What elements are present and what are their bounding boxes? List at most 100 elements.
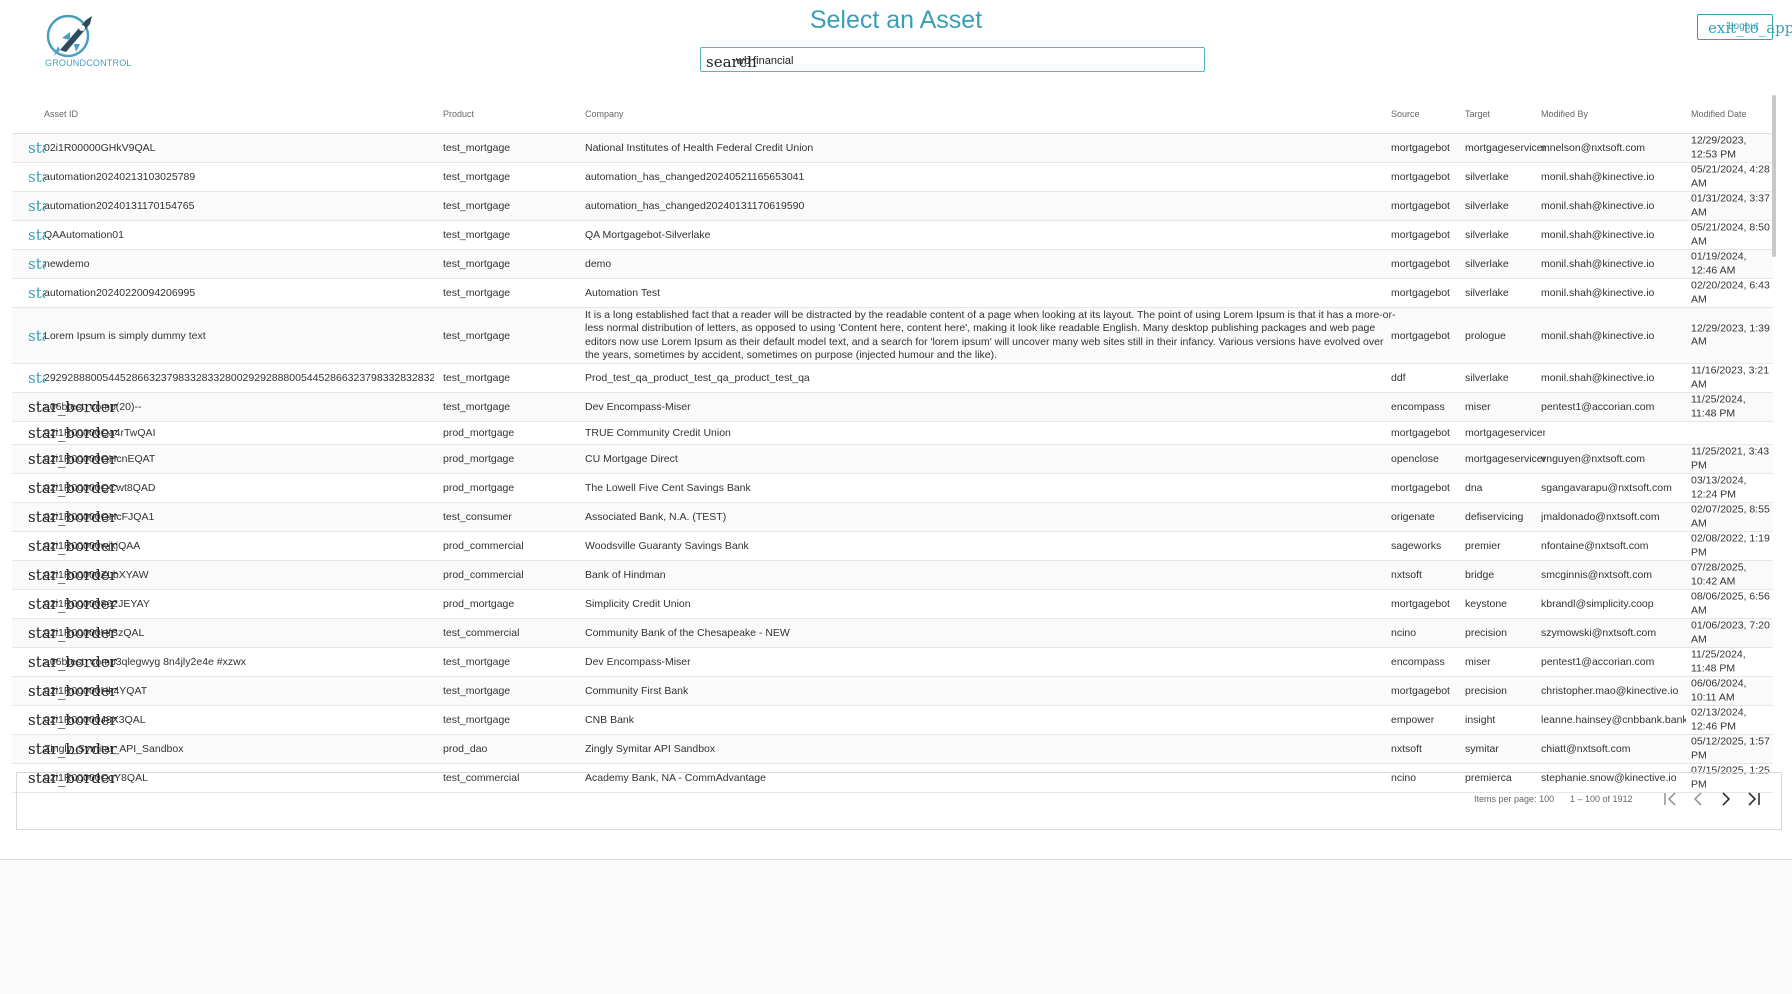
first-page-icon[interactable] — [1658, 787, 1682, 811]
target-cell: premier — [1465, 540, 1501, 552]
table-row[interactable]: starautomation20240131170154765 test_mort… — [12, 192, 1773, 221]
product-cell: prod_dao — [443, 743, 488, 755]
items-per-page-label: Items per page: — [1474, 794, 1537, 804]
table-row[interactable]: star_border 02i1R00000QCwt8QAD prod_mortga… — [12, 474, 1773, 503]
star-icon[interactable]: star — [28, 284, 45, 302]
table-row[interactable]: starQAAutomation01 test_mortgage QA Mortga… — [12, 221, 1773, 250]
modified-date-cell: 02/08/2022, 1:19 PM — [1691, 532, 1770, 559]
table-row[interactable]: star_border 02i1R00000GHcFJQA1 test_consum… — [12, 503, 1773, 532]
source-cell: nxtsoft — [1391, 743, 1422, 755]
asset-selector-card: GROUNDCONTROL Select an Asset search exi… — [0, 0, 1792, 860]
company-cell: National Institutes of Health Federal Cr… — [585, 142, 814, 154]
table-row[interactable]: star292928880054452866323798332833280029… — [12, 364, 1773, 393]
table-row[interactable]: starautomation20240213103025789 test_mort… — [12, 163, 1773, 192]
star-icon[interactable]: star — [28, 168, 45, 186]
header-company[interactable]: Company — [585, 109, 624, 119]
modified-by-cell: mnelson@nxtsoft.com — [1541, 142, 1646, 154]
target-cell: symitar — [1465, 743, 1499, 755]
star-icon[interactable]: star — [28, 226, 45, 244]
target-cell: miser — [1465, 401, 1491, 413]
chevron-right-icon[interactable] — [1714, 787, 1738, 811]
asset-id-cell: automation20240220094206995 — [44, 287, 196, 299]
modified-by-cell: monil.shah@kinective.io — [1541, 200, 1655, 212]
chevron-left-icon[interactable] — [1686, 787, 1710, 811]
modified-by-cell: monil.shah@kinective.io — [1541, 171, 1655, 183]
modified-date-cell: 05/12/2025, 1:57 PM — [1691, 735, 1770, 762]
asset-id-cell: 02i1R00000GHcnEQAT — [44, 453, 156, 465]
table-row[interactable]: star_border 02i1R00000862JEYAY prod_mortga… — [12, 590, 1773, 619]
search-input[interactable] — [734, 51, 1188, 71]
product-cell: prod_mortgage — [443, 427, 515, 439]
target-cell: precision — [1465, 685, 1508, 697]
table-row[interactable]: star_border 02i1R00000Hk4YQAT test_mortgag… — [12, 677, 1773, 706]
table-row[interactable]: star_border 02i1R00000GHcnEQAT prod_mortga… — [12, 445, 1773, 474]
product-cell: prod_mortgage — [443, 453, 515, 465]
star-icon[interactable]: star — [28, 369, 45, 387]
company-cell: CNB Bank — [585, 714, 635, 726]
asset-id-cell: 02i1R00000HfSzQAL — [44, 627, 145, 639]
company-cell: Zingly Symitar API Sandbox — [585, 743, 716, 755]
table-row[interactable]: star_border 02i1R00000J8X3QAL test_mortgag… — [12, 706, 1773, 735]
modified-date-cell: 07/28/2025, 10:42 AM — [1691, 561, 1747, 588]
table-row[interactable]: star_border 02i1R00000Qa4rTwQAI prod_mortg… — [12, 422, 1773, 445]
header-asset-id[interactable]: Asset ID — [44, 109, 78, 119]
header-source[interactable]: Source — [1391, 109, 1420, 119]
header-target[interactable]: Target — [1465, 109, 1490, 119]
logout-button[interactable]: exit_to_app Logout — [1697, 14, 1792, 40]
table-row[interactable]: star_border Zingly_Symitar_API_Sandbox pro… — [12, 735, 1773, 764]
items-per-page-value[interactable]: 100 — [1539, 794, 1554, 804]
modified-by-cell: monil.shah@kinective.io — [1541, 287, 1655, 299]
asset-id-cell: newdemo — [44, 258, 90, 270]
asset-id-cell: 02i1R00000GHcFJQA1 — [44, 511, 155, 523]
modified-by-cell: monil.shah@kinective.io — [1541, 372, 1655, 384]
source-cell: mortgagebot — [1391, 200, 1450, 212]
table-row[interactable]: star_border a06btest_comp3qlegwyg 8n4jly2… — [12, 648, 1773, 677]
company-cell: Dev Encompass-Miser — [585, 401, 691, 413]
product-cell: test_mortgage — [443, 401, 511, 413]
product-cell: test_mortgage — [443, 229, 511, 241]
modified-date-cell: 02/20/2024, 6:43 AM — [1691, 279, 1770, 306]
source-cell: mortgagebot — [1391, 229, 1450, 241]
company-cell: Simplicity Credit Union — [585, 598, 691, 610]
asset-id-cell: 02i1R00000GHkV9QAL — [44, 142, 156, 154]
table-row[interactable]: star_border 02i1R00000ZLbXYAW prod_commerc… — [12, 561, 1773, 590]
company-cell: Dev Encompass-Miser — [585, 656, 691, 668]
table-row[interactable]: star_border 02i1R00000HfSzQAL test_commerc… — [12, 619, 1773, 648]
company-cell: Community Bank of the Chesapeake - NEW — [585, 627, 790, 639]
asset-id-cell: 02i1R00000Hk4YQAT — [44, 685, 148, 697]
table-row[interactable]: star_border a06btest_comp(20)-- test_mortg… — [12, 393, 1773, 422]
asset-id-cell: 02i1R00000862JEYAY — [44, 598, 150, 610]
modified-by-cell: smcginnis@nxtsoft.com — [1541, 569, 1653, 581]
table-row[interactable]: star_border 02i1R00000wjkjQAA prod_commerc… — [12, 532, 1773, 561]
header-modified-date[interactable]: Modified Date — [1691, 109, 1747, 119]
asset-id-cell: 02i1R00000Qa4rTwQAI — [44, 427, 156, 439]
logout-label: Logout — [1728, 21, 1759, 32]
star-icon[interactable]: star — [28, 255, 45, 273]
source-cell: origenate — [1391, 511, 1435, 523]
target-cell: prologue — [1465, 329, 1506, 342]
company-cell: automation_has_changed20240521165653041 — [585, 171, 805, 183]
product-cell: test_mortgage — [443, 142, 511, 154]
table-row[interactable]: starautomation20240220094206995 test_mort… — [12, 279, 1773, 308]
modified-by-cell: monil.shah@kinective.io — [1541, 258, 1655, 270]
star-icon[interactable]: star — [28, 327, 45, 345]
page-background — [0, 860, 1792, 994]
header-product[interactable]: Product — [443, 109, 474, 119]
source-cell: mortgagebot — [1391, 598, 1450, 610]
header-modified-by[interactable]: Modified By — [1541, 109, 1588, 119]
items-per-page[interactable]: Items per page: 100 — [1474, 794, 1554, 804]
table-row[interactable]: star02i1R00000GHkV9QAL test_mortgage Natio… — [12, 134, 1773, 163]
table-row[interactable]: starLorem Ipsum is simply dummy text test… — [12, 308, 1773, 364]
table-row[interactable]: starnewdemo test_mortgage demo mortgagebot s… — [12, 250, 1773, 279]
table-scrollbar[interactable] — [1772, 95, 1776, 257]
asset-id-cell: Zingly_Symitar_API_Sandbox — [44, 743, 184, 755]
star-icon[interactable]: star — [28, 139, 45, 157]
product-cell: prod_commercial — [443, 569, 524, 581]
target-cell: bridge — [1465, 569, 1495, 581]
target-cell: silverlake — [1465, 229, 1509, 241]
search-field[interactable]: search — [700, 47, 1205, 72]
last-page-icon[interactable] — [1742, 787, 1766, 811]
star-icon[interactable]: star — [28, 197, 45, 215]
product-cell: prod_mortgage — [443, 482, 515, 494]
target-cell: mortgageservicer — [1465, 427, 1545, 439]
